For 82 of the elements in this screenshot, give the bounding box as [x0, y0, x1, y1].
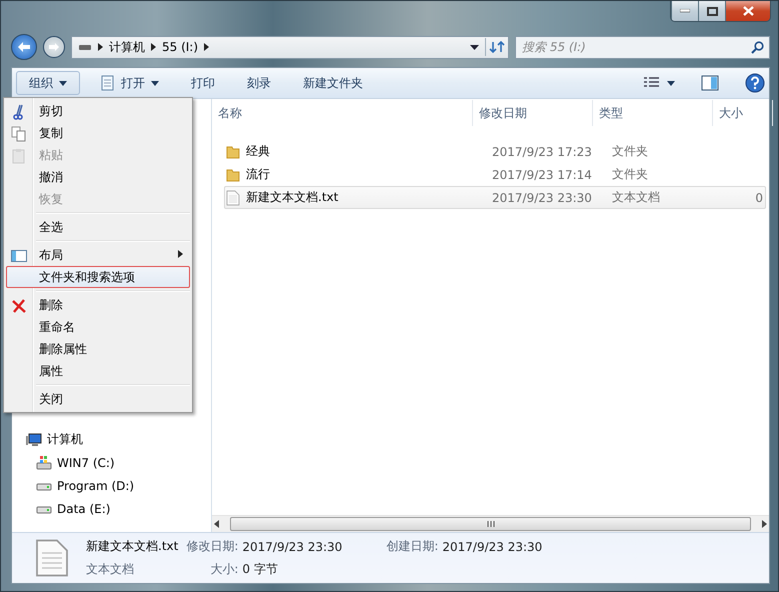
column-header[interactable]: 类型 — [593, 100, 713, 126]
preview-pane-icon[interactable] — [701, 75, 719, 91]
delete-icon — [11, 298, 27, 314]
file-type: 文本文档 — [86, 561, 135, 578]
file-type: 文本文档 — [611, 189, 661, 206]
copy-icon — [11, 126, 27, 142]
forward-button[interactable] — [43, 36, 65, 58]
forward-arrow-icon — [48, 42, 60, 52]
menu-item[interactable]: 删除属性 — [6, 338, 190, 360]
chevron-icon — [151, 43, 156, 51]
navigation-item[interactable]: 计算机 — [26, 428, 211, 451]
file-row[interactable]: 新建文本文档.txt 2017/9/23 23:30 文本文档 0 — [224, 186, 766, 209]
back-arrow-icon — [17, 41, 31, 53]
detail-label: 创建日期: — [386, 538, 438, 555]
column-header[interactable]: 名称 — [212, 100, 473, 126]
menu-item[interactable]: 属性 — [6, 360, 190, 382]
search-icon — [751, 40, 764, 54]
file-name: 新建文本文档.txt — [86, 538, 178, 555]
scrollbar-thumb[interactable] — [230, 517, 751, 531]
drive-icon — [36, 454, 52, 470]
detail-value: 2017/9/23 23:30 — [442, 540, 542, 554]
file-row[interactable]: 流行 2017/9/23 17:14 文件夹 — [224, 163, 766, 186]
scroll-left-icon[interactable] — [212, 520, 222, 528]
navigation-item[interactable]: Data (E:) — [26, 497, 211, 520]
file-type: 文件夹 — [611, 143, 649, 160]
navigation-item[interactable]: Program (D:) — [26, 474, 211, 497]
toolbar-button[interactable]: 打开 — [86, 71, 172, 95]
toolbar-button[interactable]: 组织 — [16, 71, 80, 95]
maximize-button[interactable] — [698, 1, 725, 21]
clipboard-icon — [11, 148, 27, 164]
file-size: 0 — [754, 190, 764, 204]
maximize-icon — [706, 6, 718, 16]
detail-label: 大小: — [209, 561, 238, 578]
menu-item[interactable]: 剪切 — [6, 100, 190, 122]
search-field[interactable]: 搜索 55 (I:) — [515, 36, 770, 58]
layout-icon — [11, 248, 27, 264]
view-options-icon[interactable] — [643, 77, 661, 89]
file-type: 文件夹 — [611, 166, 649, 183]
file-name: 经典 — [246, 143, 270, 160]
menu-item[interactable]: 全选 — [6, 216, 190, 238]
menu-item[interactable]: 重命名 — [6, 316, 190, 338]
column-header[interactable]: 修改日期 — [473, 100, 593, 126]
drive-icon — [78, 43, 92, 51]
folder-icon — [225, 166, 241, 182]
breadcrumb-item[interactable]: 计算机 — [109, 38, 145, 56]
computer-icon — [26, 432, 42, 448]
toolbar-button[interactable]: 打印 — [178, 71, 228, 95]
menu-item[interactable]: 关闭 — [6, 388, 190, 410]
navigation-item[interactable]: WIN7 (C:) — [26, 451, 211, 474]
menu-item[interactable]: 复制 — [6, 122, 190, 144]
file-row[interactable]: 经典 2017/9/23 17:23 文件夹 — [224, 140, 766, 163]
address-bar[interactable]: 计算机 55 (I:) — [71, 36, 509, 58]
toolbar-button[interactable]: 新建文件夹 — [290, 71, 376, 95]
chevron-icon — [204, 43, 210, 51]
menu-item[interactable]: 删除 — [6, 294, 190, 316]
detail-value: 2017/9/23 23:30 — [242, 540, 342, 554]
column-header[interactable]: 大小 — [713, 100, 773, 126]
modified-date: 2017/9/23 17:14 — [491, 168, 593, 182]
modified-date: 2017/9/23 17:23 — [491, 144, 593, 158]
menu-item[interactable]: 撤消 — [6, 166, 190, 188]
text-file-icon — [225, 190, 241, 206]
minimize-button[interactable] — [671, 1, 698, 21]
folder-icon — [225, 144, 241, 160]
detail-value: 0 字节 — [242, 561, 279, 578]
back-button[interactable] — [11, 34, 37, 60]
menu-item[interactable]: 文件夹和搜索选项 — [6, 266, 190, 288]
dropdown-icon[interactable] — [470, 44, 479, 50]
help-icon[interactable] — [745, 73, 765, 93]
close-button[interactable] — [725, 1, 770, 21]
notepad-icon — [99, 75, 115, 91]
scroll-right-icon[interactable] — [759, 520, 769, 528]
file-name: 流行 — [246, 166, 270, 183]
toolbar-button[interactable]: 刻录 — [234, 71, 284, 95]
close-icon — [742, 6, 754, 16]
chevron-icon — [98, 43, 103, 51]
file-name: 新建文本文档.txt — [246, 189, 338, 206]
menu-item[interactable]: 布局 — [6, 244, 190, 266]
modified-date: 2017/9/23 23:30 — [491, 190, 593, 204]
breadcrumb-item[interactable]: 55 (I:) — [162, 40, 198, 54]
minimize-icon — [680, 9, 690, 13]
caret-icon — [667, 80, 675, 86]
detail-label: 修改日期: — [186, 538, 238, 555]
